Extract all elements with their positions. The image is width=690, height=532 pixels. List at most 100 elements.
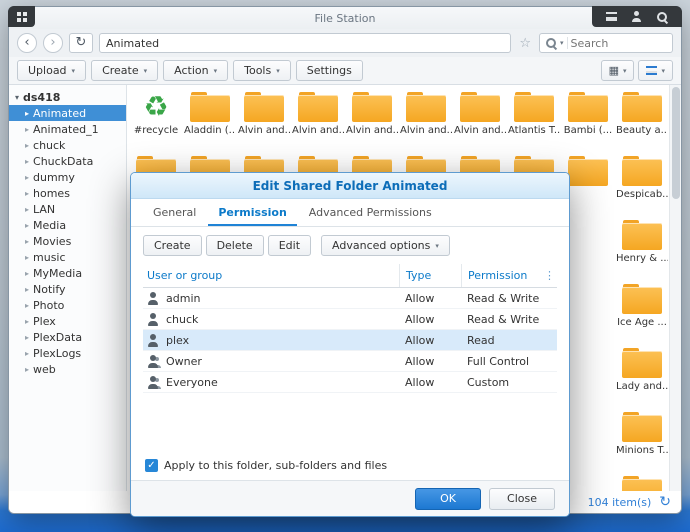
sidebar-item-dummy[interactable]: ▸ dummy xyxy=(9,169,126,185)
favorite-star-icon[interactable]: ☆ xyxy=(519,37,531,50)
chevron-collapsed-icon[interactable]: ▸ xyxy=(25,285,29,294)
dialog-title[interactable]: Edit Shared Folder Animated xyxy=(131,173,569,199)
sidebar-item-lan[interactable]: ▸ LAN xyxy=(9,201,126,217)
file-item[interactable]: Aladdin (... xyxy=(183,89,237,153)
sort-button[interactable]: ▾ xyxy=(638,60,673,81)
checkbox-checked-icon[interactable]: ✓ xyxy=(145,459,158,472)
user-icon xyxy=(147,291,160,305)
tab-general[interactable]: General xyxy=(143,199,206,226)
sidebar-item-homes[interactable]: ▸ homes xyxy=(9,185,126,201)
sidebar-item-photo[interactable]: ▸ Photo xyxy=(9,297,126,313)
refresh-button[interactable]: ↻ xyxy=(69,33,93,53)
close-button[interactable]: Close xyxy=(489,487,555,510)
chevron-collapsed-icon[interactable]: ▸ xyxy=(25,221,29,230)
sidebar-item-notify[interactable]: ▸ Notify xyxy=(9,281,126,297)
column-header-type[interactable]: Type xyxy=(399,264,461,287)
file-item[interactable]: Beauty a... xyxy=(615,89,669,153)
file-item[interactable]: Henry & ... xyxy=(615,217,669,281)
tab-permission[interactable]: Permission xyxy=(208,199,297,226)
sidebar-item-media[interactable]: ▸ Media xyxy=(9,217,126,233)
search-input[interactable] xyxy=(570,36,643,50)
table-row[interactable]: admin Allow Read & Write xyxy=(143,288,557,309)
sidebar-root-ds418[interactable]: ▾ ds418 xyxy=(9,89,126,105)
file-item[interactable] xyxy=(615,473,669,491)
folder-icon xyxy=(622,220,662,250)
delete-permission-button[interactable]: Delete xyxy=(205,235,264,256)
file-item[interactable]: Alvin and... xyxy=(291,89,345,153)
user-group-icon xyxy=(147,375,160,389)
file-item[interactable]: Lady and... xyxy=(615,345,669,409)
file-item[interactable]: Alvin and... xyxy=(345,89,399,153)
file-item[interactable]: ♻ #recycle xyxy=(129,89,183,153)
edit-permission-button[interactable]: Edit xyxy=(267,235,312,256)
upload-button[interactable]: Upload ▾ xyxy=(17,60,87,81)
table-row-selected[interactable]: plex Allow Read xyxy=(143,330,557,351)
chevron-collapsed-icon[interactable]: ▸ xyxy=(25,317,29,326)
sidebar-item-animated-1[interactable]: ▸ Animated_1 xyxy=(9,121,126,137)
file-item[interactable]: Atlantis T... xyxy=(507,89,561,153)
file-item[interactable]: Minions T... xyxy=(615,409,669,473)
toolbar: Upload ▾ Create ▾ Action ▾ Tools ▾ Settings … xyxy=(9,57,681,85)
table-row[interactable]: Owner Allow Full Control xyxy=(143,351,557,372)
sidebar-item-web[interactable]: ▸ web xyxy=(9,361,126,377)
sidebar-item-chuck[interactable]: ▸ chuck xyxy=(9,137,126,153)
create-permission-button[interactable]: Create xyxy=(143,235,202,256)
sidebar-item-movies[interactable]: ▸ Movies xyxy=(9,233,126,249)
chevron-collapsed-icon[interactable]: ▸ xyxy=(25,205,29,214)
action-button[interactable]: Action ▾ xyxy=(163,60,229,81)
table-row[interactable]: Everyone Allow Custom xyxy=(143,372,557,393)
file-item[interactable]: Alvin and... xyxy=(237,89,291,153)
chevron-collapsed-icon[interactable]: ▸ xyxy=(25,301,29,310)
chevron-collapsed-icon[interactable]: ▸ xyxy=(25,189,29,198)
tab-advanced-permissions[interactable]: Advanced Permissions xyxy=(299,199,442,226)
menu-lines-icon[interactable] xyxy=(606,12,617,21)
chevron-collapsed-icon[interactable]: ▸ xyxy=(25,237,29,246)
sidebar-item-chuckdata[interactable]: ▸ ChuckData xyxy=(9,153,126,169)
settings-button[interactable]: Settings xyxy=(295,60,363,81)
sidebar-item-plex[interactable]: ▸ Plex xyxy=(9,313,126,329)
chevron-collapsed-icon[interactable]: ▸ xyxy=(25,269,29,278)
sidebar-item-music[interactable]: ▸ music xyxy=(9,249,126,265)
advanced-options-button[interactable]: Advanced options ▾ xyxy=(321,235,450,256)
chevron-collapsed-icon[interactable]: ▸ xyxy=(25,125,29,134)
file-item[interactable]: Ice Age ... xyxy=(615,281,669,345)
sidebar-item-mymedia[interactable]: ▸ MyMedia xyxy=(9,265,126,281)
chevron-collapsed-icon[interactable]: ▸ xyxy=(25,333,29,342)
table-row[interactable]: chuck Allow Read & Write xyxy=(143,309,557,330)
ok-button[interactable]: OK xyxy=(415,487,481,510)
chevron-collapsed-icon[interactable]: ▸ xyxy=(25,109,29,118)
column-options-icon[interactable]: ⋮ xyxy=(544,269,555,282)
chevron-collapsed-icon[interactable]: ▸ xyxy=(25,141,29,150)
refresh-list-icon[interactable]: ↻ xyxy=(659,495,671,509)
search-caret-icon[interactable]: ▾ xyxy=(560,39,564,47)
sidebar-item-plexlogs[interactable]: ▸ PlexLogs xyxy=(9,345,126,361)
search-tray-icon[interactable] xyxy=(656,11,668,23)
path-input[interactable] xyxy=(106,36,505,50)
file-item[interactable]: Bambi (... xyxy=(561,89,615,153)
column-header-user[interactable]: User or group xyxy=(143,269,399,282)
file-item[interactable]: Despicab... xyxy=(615,153,669,217)
window-titlebar[interactable]: File Station xyxy=(9,7,681,29)
forward-button[interactable]: › xyxy=(43,33,63,53)
user-icon[interactable] xyxy=(631,11,642,22)
file-item[interactable]: Alvin and... xyxy=(399,89,453,153)
chevron-collapsed-icon[interactable]: ▸ xyxy=(25,173,29,182)
chevron-collapsed-icon[interactable]: ▸ xyxy=(25,157,29,166)
scrollbar-thumb[interactable] xyxy=(672,87,680,199)
chevron-collapsed-icon[interactable]: ▸ xyxy=(25,349,29,358)
file-item[interactable]: Alvin and... xyxy=(453,89,507,153)
chevron-collapsed-icon[interactable]: ▸ xyxy=(25,365,29,374)
vertical-scrollbar[interactable] xyxy=(669,85,681,491)
view-mode-button[interactable]: ▦ ▾ xyxy=(600,60,635,81)
folder-icon xyxy=(190,92,230,122)
main-menu-icon[interactable] xyxy=(16,11,27,22)
chevron-expanded-icon[interactable]: ▾ xyxy=(15,93,19,102)
back-button[interactable]: ‹ xyxy=(17,33,37,53)
create-button[interactable]: Create ▾ xyxy=(91,60,159,81)
sidebar-item-animated[interactable]: ▸ Animated xyxy=(9,105,126,121)
column-header-permission[interactable]: Permission ⋮ xyxy=(461,264,557,287)
sidebar-item-plexdata[interactable]: ▸ PlexData xyxy=(9,329,126,345)
chevron-collapsed-icon[interactable]: ▸ xyxy=(25,253,29,262)
tools-button[interactable]: Tools ▾ xyxy=(233,60,291,81)
taskbar-left xyxy=(8,6,35,27)
